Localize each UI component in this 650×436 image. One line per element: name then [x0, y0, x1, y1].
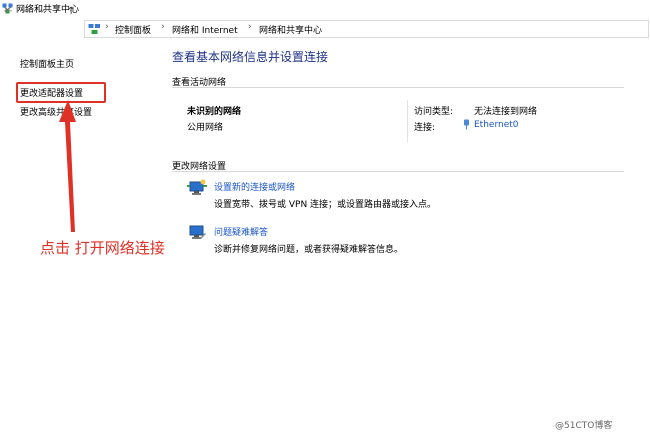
ethernet-icon [464, 119, 469, 130]
access-type-value: 无法连接到网络 [474, 107, 538, 117]
connections-label: 连接: [414, 123, 436, 133]
annotation-text: 点击 打开网络连接 [40, 239, 165, 257]
divider [407, 100, 408, 142]
access-type-label: 访问类型: [414, 107, 454, 117]
network-name: 未识别的网络 [187, 107, 242, 117]
divider [172, 87, 624, 88]
control-panel-icon [88, 24, 100, 34]
watermark: @51CTO博客 [555, 421, 613, 431]
setup-connection-description: 设置宽带、拨号或 VPN 连接；或设置路由器或接入点。 [214, 200, 437, 210]
forward-button[interactable]: → [21, 6, 29, 17]
setup-connection-link[interactable]: 设置新的连接或网络 [214, 180, 295, 193]
troubleshoot-icon [189, 225, 206, 239]
ethernet-link[interactable]: Ethernet0 [474, 120, 519, 130]
address-bar[interactable]: › 控制面板 › 网络和 Internet › 网络和共享中心 [84, 20, 649, 38]
back-button[interactable]: ← [4, 6, 12, 17]
sidebar-item-control-panel-home[interactable]: 控制面板主页 [20, 57, 74, 70]
page-title: 查看基本网络信息并设置连接 [172, 50, 329, 64]
divider [172, 171, 624, 172]
new-connection-icon [187, 179, 207, 195]
breadcrumb-separator: › [161, 22, 165, 32]
breadcrumb-network-internet[interactable]: 网络和 Internet [172, 23, 238, 36]
up-button[interactable]: ↑ [67, 6, 75, 17]
troubleshoot-description: 诊断并修复网络问题，或者获得疑难解答信息。 [214, 245, 404, 255]
recent-locations-button[interactable]: ⌄ [38, 4, 46, 15]
annotation-arrow [59, 100, 76, 232]
title-bar: 网络和共享中心 [0, 0, 650, 17]
breadcrumb-separator: › [248, 22, 252, 32]
breadcrumb-separator: › [105, 22, 109, 32]
troubleshoot-link[interactable]: 问题疑难解答 [214, 225, 268, 238]
breadcrumb-control-panel[interactable]: 控制面板 [115, 23, 151, 36]
breadcrumb-network-sharing[interactable]: 网络和共享中心 [259, 23, 322, 36]
network-type-link[interactable]: 公用网络 [187, 120, 223, 133]
